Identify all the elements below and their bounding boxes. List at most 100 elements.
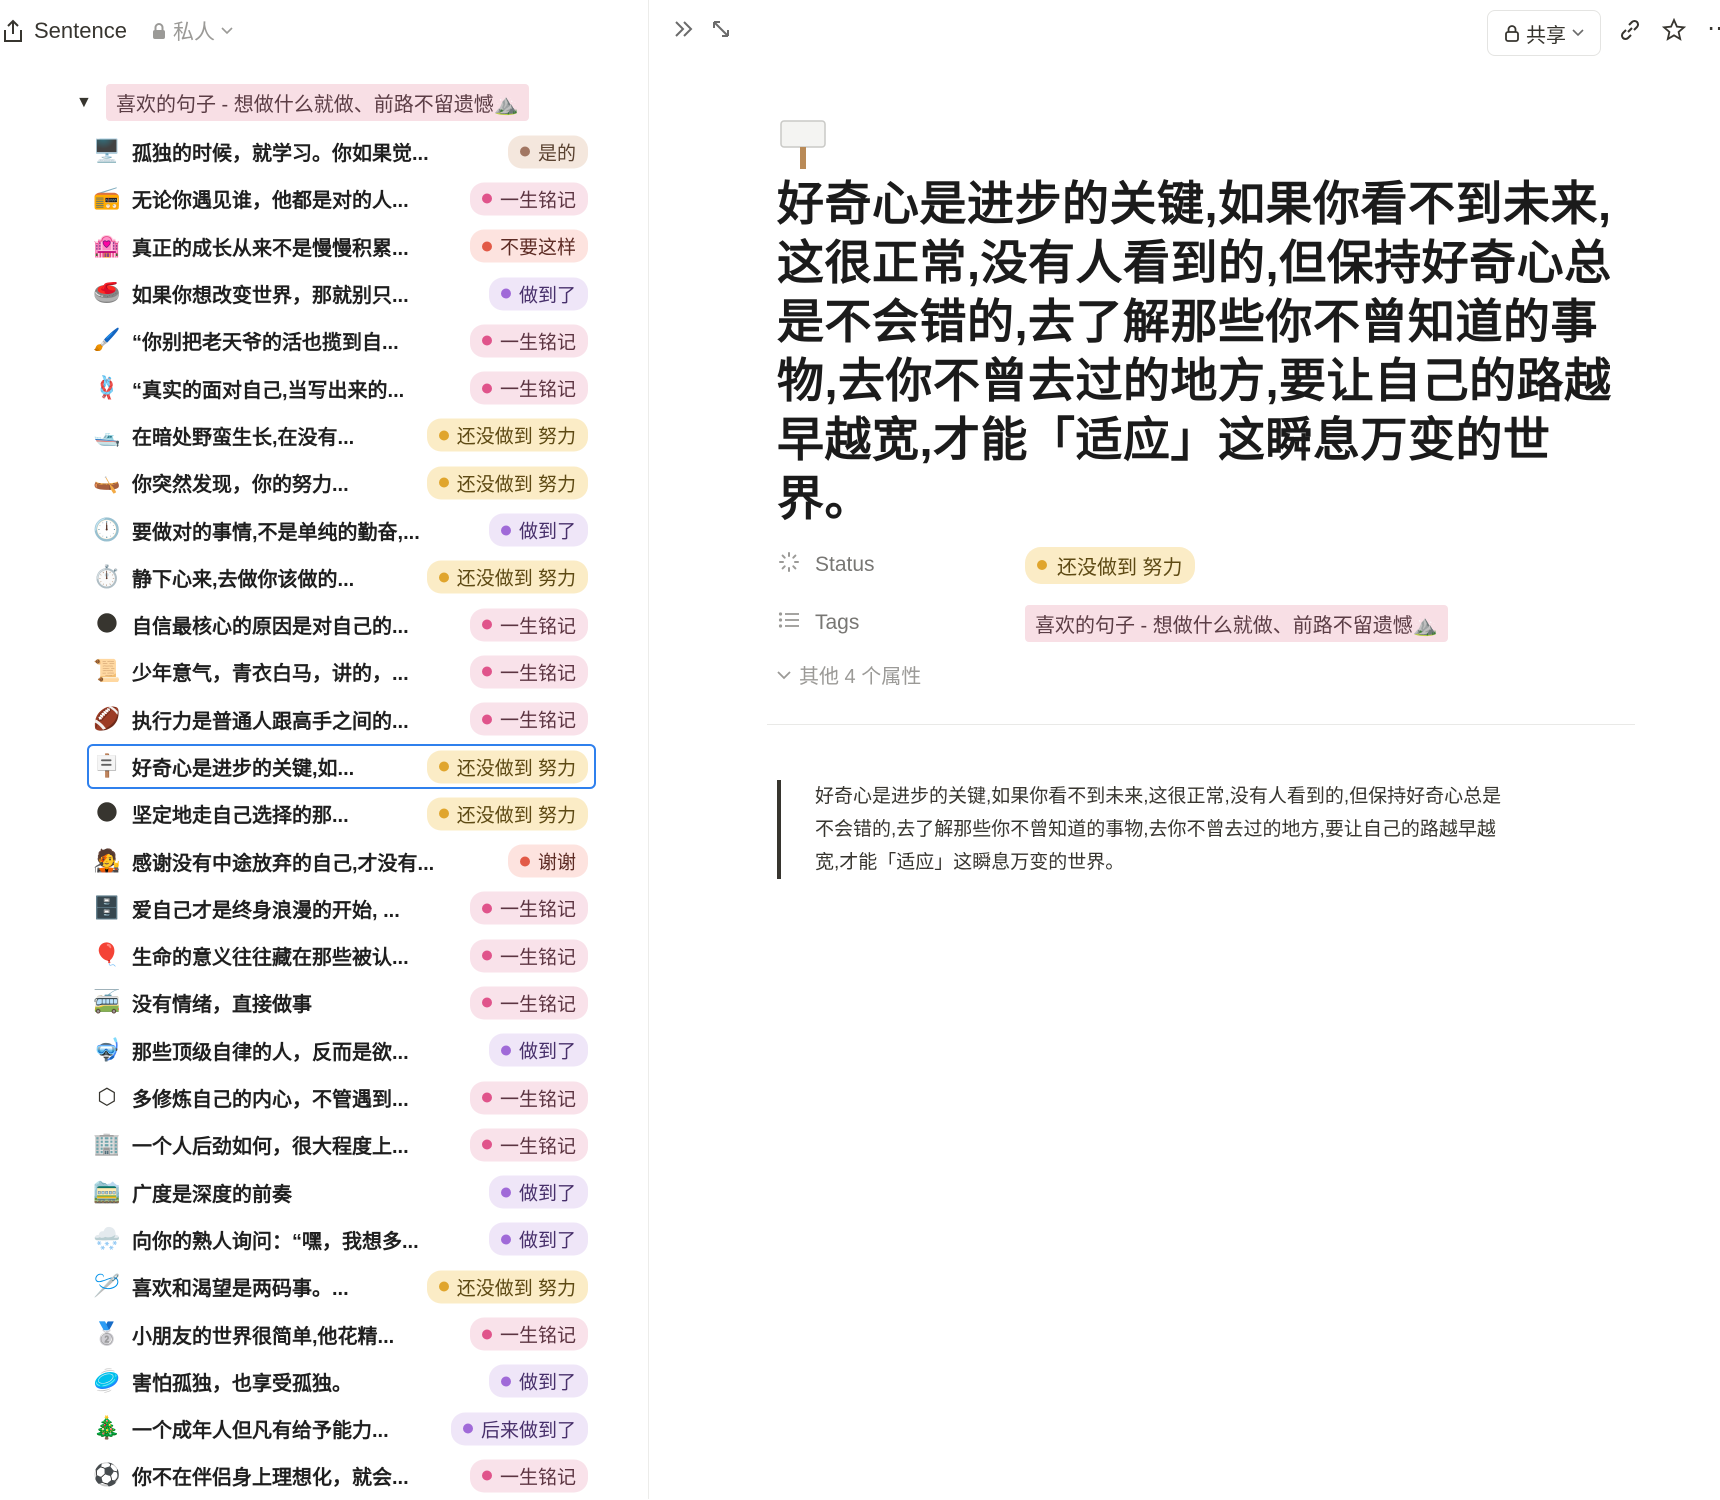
- status-dot: [438, 477, 449, 488]
- list-icon: [777, 610, 801, 636]
- list-item[interactable]: 🖥️ 孤独的时候，就学习。你如果觉... 是的: [86, 128, 596, 175]
- status-tag[interactable]: 一生铭记: [469, 655, 588, 689]
- double-chevron-right-icon[interactable]: [673, 18, 695, 46]
- status-tag[interactable]: 一生铭记: [469, 939, 588, 973]
- status-tag[interactable]: 还没做到 努力: [426, 1270, 588, 1304]
- item-emoji-icon: 🏈: [93, 706, 121, 732]
- privacy-selector[interactable]: 私人: [151, 16, 233, 46]
- status-tag[interactable]: 一生铭记: [469, 1317, 588, 1351]
- page-title[interactable]: 好奇心是进步的关键,如果你看不到未来,这很正常,没有人看到的,但保持好奇心总是不…: [777, 174, 1637, 528]
- list-item[interactable]: 🥈 小朋友的世界很简单,他花精... 一生铭记: [86, 1310, 596, 1357]
- quote-line: 宽,才能「适应」这瞬息万变的世界。: [815, 852, 1125, 873]
- quote-block[interactable]: 好奇心是进步的关键,如果你看不到未来,这很正常,没有人看到的,但保持好奇心总是 …: [777, 780, 1635, 879]
- status-tag[interactable]: 还没做到 努力: [426, 466, 588, 500]
- status-tag-label: 不要这样: [499, 237, 576, 259]
- list-item[interactable]: 🏢 一个人后劲如何，很大程度上... 一生铭记: [86, 1121, 596, 1168]
- item-emoji-icon: 🥌: [93, 281, 121, 307]
- group-header[interactable]: ▼ 喜欢的句子 - 想做什么就做、前路不留遗憾⛰️: [76, 84, 529, 121]
- list-item[interactable]: 🚎 没有情绪，直接做事 一生铭记: [86, 979, 596, 1026]
- status-tag[interactable]: 做到了: [488, 1222, 588, 1256]
- status-property[interactable]: Status 还没做到 努力: [777, 545, 1195, 585]
- chevron-down-icon: [221, 27, 233, 35]
- status-dot: [500, 288, 511, 299]
- status-tag[interactable]: 一生铭记: [469, 1081, 588, 1115]
- list-item[interactable]: 🎈 生命的意义往往藏在那些被认... 一生铭记: [86, 932, 596, 979]
- collapse-triangle-icon[interactable]: ▼: [76, 94, 92, 112]
- status-dot: [481, 903, 492, 914]
- list-item[interactable]: 📜 少年意气，青衣白马，讲的，... 一生铭记: [86, 648, 596, 695]
- list-item[interactable]: 🪢 “真实的面对自己,当写出来的... 一生铭记: [86, 364, 596, 411]
- item-text: 你不在伴侣身上理想化，就会...: [132, 1467, 409, 1490]
- item-text: 执行力是普通人跟高手之间的...: [132, 710, 409, 733]
- status-tag[interactable]: 后来做到了: [450, 1412, 588, 1446]
- lock-icon: [151, 22, 167, 40]
- share-upload-icon[interactable]: [2, 19, 24, 43]
- list-item[interactable]: 🪧 好奇心是进步的关键,如... 还没做到 努力: [86, 743, 596, 790]
- list-item[interactable]: 🌨️ 向你的熟人询问：“嘿，我想多... 做到了: [86, 1216, 596, 1263]
- app-title[interactable]: Sentence: [34, 18, 127, 44]
- status-tag[interactable]: 还没做到 努力: [426, 750, 588, 783]
- status-dot: [481, 714, 492, 725]
- status-tag[interactable]: 一生铭记: [469, 324, 588, 358]
- list-item[interactable]: 🧑‍🎤 感谢没有中途放弃的自己,才没有... 谢谢: [86, 837, 596, 884]
- status-tag[interactable]: 一生铭记: [469, 891, 588, 925]
- list-item[interactable]: 🏈 执行力是普通人跟高手之间的... 一生铭记: [86, 696, 596, 743]
- item-text: 生命的意义往往藏在那些被认...: [132, 947, 409, 970]
- status-tag-label: 一生铭记: [499, 379, 576, 401]
- status-tag[interactable]: 做到了: [488, 1364, 588, 1398]
- signpost-icon[interactable]: [779, 118, 827, 170]
- status-tag[interactable]: 还没做到 努力: [426, 418, 588, 452]
- list-item[interactable]: 🚞 广度是深度的前奏 做到了: [86, 1169, 596, 1216]
- status-tag[interactable]: 还没做到 努力: [426, 797, 588, 831]
- status-tag[interactable]: 谢谢: [507, 844, 588, 878]
- status-tag[interactable]: 一生铭记: [469, 1128, 588, 1162]
- status-tag[interactable]: 还没做到 努力: [426, 560, 588, 594]
- list-item[interactable]: 🤿 那些顶级自律的人，反而是欲... 做到了: [86, 1027, 596, 1074]
- status-tag[interactable]: 一生铭记: [469, 182, 588, 216]
- more-properties-toggle[interactable]: 其他 4 个属性: [777, 660, 921, 689]
- share-button[interactable]: 共享: [1487, 10, 1601, 56]
- status-tag-label: 一生铭记: [499, 190, 576, 212]
- list-item[interactable]: ⬡ 多修炼自己的内心，不管遇到... 一生铭记: [86, 1074, 596, 1121]
- expand-icon[interactable]: [711, 18, 731, 46]
- list-item[interactable]: 🪡 喜欢和渴望是两码事。... 还没做到 努力: [86, 1263, 596, 1310]
- list-item[interactable]: 🖌️ “你别把老天爷的活也揽到自... 一生铭记: [86, 317, 596, 364]
- more-icon[interactable]: ⋯: [1707, 14, 1720, 43]
- link-icon[interactable]: [1618, 18, 1642, 49]
- list-item[interactable]: 🛶 你突然发现，你的努力... 还没做到 努力: [86, 459, 596, 506]
- status-dot: [481, 1329, 492, 1340]
- list-item[interactable]: ⚽ 你不在伴侣身上理想化，就会... 一生铭记: [86, 1452, 596, 1499]
- status-tag[interactable]: 是的: [507, 135, 588, 169]
- status-tag[interactable]: 一生铭记: [469, 371, 588, 405]
- list-item[interactable]: 🥌 如果你想改变世界，那就别只... 做到了: [86, 270, 596, 317]
- list-item[interactable]: 🥏 害怕孤独，也享受孤独。 做到了: [86, 1358, 596, 1405]
- status-tag[interactable]: 做到了: [488, 277, 588, 311]
- list-item[interactable]: 🎄 一个成年人但凡有给予能力... 后来做到了: [86, 1405, 596, 1452]
- status-tag[interactable]: 一生铭记: [469, 1459, 588, 1493]
- list-item[interactable]: 🛥️ 在暗处野蛮生长,在没有... 还没做到 努力: [86, 412, 596, 459]
- star-icon[interactable]: [1661, 17, 1687, 49]
- status-dot: [481, 383, 492, 394]
- status-tag[interactable]: 一生铭记: [469, 702, 588, 736]
- item-emoji-icon: 🚞: [93, 1179, 121, 1205]
- tags-value[interactable]: 喜欢的句子 - 想做什么就做、前路不留遗憾⛰️: [1025, 604, 1448, 642]
- status-tag[interactable]: 一生铭记: [469, 986, 588, 1020]
- status-tag[interactable]: 做到了: [488, 1175, 588, 1209]
- list-item[interactable]: 🌑 坚定地走自己选择的那... 还没做到 努力: [86, 790, 596, 837]
- list-item[interactable]: 🕛 要做对的事情,不是单纯的勤奋,... 做到了: [86, 506, 596, 553]
- status-tag[interactable]: 做到了: [488, 513, 588, 547]
- list-item[interactable]: 🗄️ 爱自己才是终身浪漫的开始, ... 一生铭记: [86, 885, 596, 932]
- list-item[interactable]: 📻 无论你遇见谁，他都是对的人... 一生铭记: [86, 175, 596, 222]
- status-tag[interactable]: 不要这样: [469, 229, 588, 263]
- status-tag-label: 还没做到 努力: [456, 805, 576, 827]
- status-dot: [481, 241, 492, 252]
- status-tag[interactable]: 一生铭记: [469, 608, 588, 642]
- status-tag[interactable]: 做到了: [488, 1033, 588, 1067]
- list-item[interactable]: 🏩 真正的成长从来不是慢慢积累... 不要这样: [86, 223, 596, 270]
- list-item[interactable]: ⏱️ 静下心来,去做你该做的... 还没做到 努力: [86, 554, 596, 601]
- status-tag-label: 一生铭记: [499, 663, 576, 685]
- item-text: 如果你想改变世界，那就别只...: [132, 285, 409, 308]
- tags-property[interactable]: Tags 喜欢的句子 - 想做什么就做、前路不留遗憾⛰️: [777, 603, 1448, 643]
- status-value[interactable]: 还没做到 努力: [1025, 546, 1195, 584]
- list-item[interactable]: 🌑 自信最核心的原因是对自己的... 一生铭记: [86, 601, 596, 648]
